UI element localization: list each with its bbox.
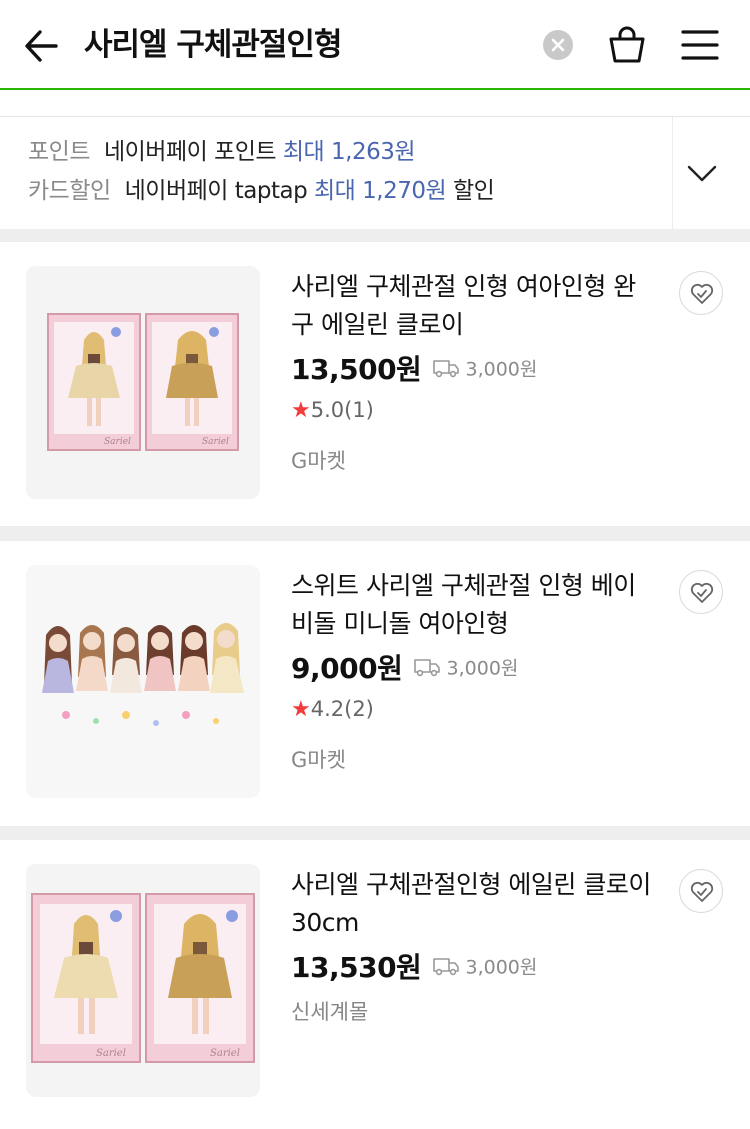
shopping-bag-button[interactable] bbox=[606, 24, 648, 66]
price-row: 9,000원 3,000원 bbox=[291, 647, 518, 687]
arrow-left-icon bbox=[25, 30, 58, 62]
menu-button[interactable] bbox=[681, 27, 719, 63]
search-query[interactable]: 사리엘 구체관절인형 bbox=[84, 22, 342, 68]
box-brand-left: Sariel bbox=[104, 437, 131, 447]
rating-value: 5.0(1) bbox=[310, 398, 374, 422]
box-brand-left: Sariel bbox=[96, 1048, 126, 1059]
product-title[interactable]: 스위트 사리엘 구체관절 인형 베이비돌 미니돌 여아인형 bbox=[291, 567, 651, 643]
point-benefit-row: 포인트 네이버페이 포인트 최대 1,263원 bbox=[28, 136, 416, 168]
point-max: 최대 1,263원 bbox=[282, 139, 416, 165]
product-thumbnail[interactable] bbox=[26, 565, 260, 798]
product-price: 13,530원 bbox=[291, 951, 422, 984]
wishlist-button[interactable] bbox=[679, 869, 723, 913]
product-thumbnail[interactable]: Sariel Sariel bbox=[26, 266, 260, 499]
point-text: 네이버페이 포인트 bbox=[103, 139, 277, 165]
hamburger-menu-icon bbox=[681, 30, 719, 60]
star-icon: ★ bbox=[291, 398, 311, 423]
chevron-down-icon bbox=[687, 165, 717, 182]
heart-check-icon bbox=[690, 582, 714, 603]
rating-row: ★5.0(1) bbox=[291, 398, 374, 423]
product-title[interactable]: 사리엘 구체관절 인형 여아인형 완구 에일린 클로이 bbox=[291, 268, 651, 344]
product-card[interactable]: 스위트 사리엘 구체관절 인형 베이비돌 미니돌 여아인형 9,000원 3,0… bbox=[0, 541, 750, 826]
box-brand-right: Sariel bbox=[202, 437, 229, 447]
doll-box-image: Sariel Sariel bbox=[26, 864, 260, 1097]
box-brand-right: Sariel bbox=[210, 1048, 240, 1059]
price-row: 13,530원 3,000원 bbox=[291, 946, 537, 986]
card-suffix: 할인 bbox=[452, 178, 495, 204]
card-benefit-row: 카드할인 네이버페이 taptap 최대 1,270원 할인 bbox=[28, 175, 495, 207]
point-label: 포인트 bbox=[28, 139, 90, 165]
card-label: 카드할인 bbox=[28, 178, 111, 204]
section-divider bbox=[0, 229, 750, 242]
back-button[interactable] bbox=[22, 26, 62, 66]
product-card[interactable]: Sariel Sariel 사리엘 구체관절인형 에일린 클로이 30cm 13… bbox=[0, 840, 750, 1129]
header-spacer bbox=[0, 90, 750, 117]
heart-check-icon bbox=[690, 283, 714, 304]
product-card[interactable]: Sariel Sariel 사리엘 구체관절 인형 여아인형 완구 에일린 클로… bbox=[0, 242, 750, 526]
shipping-fee: 3,000원 bbox=[465, 956, 538, 979]
star-icon: ★ bbox=[291, 697, 311, 722]
clear-x-icon bbox=[551, 38, 565, 52]
shipping-fee: 3,000원 bbox=[446, 657, 519, 680]
product-price: 13,500원 bbox=[291, 353, 422, 386]
shipping-fee: 3,000원 bbox=[465, 358, 538, 381]
clear-search-button[interactable] bbox=[543, 30, 573, 60]
mall-name[interactable]: 신세계몰 bbox=[291, 996, 368, 1026]
payment-benefit-banner[interactable]: 포인트 네이버페이 포인트 최대 1,263원 카드할인 네이버페이 taptap … bbox=[0, 117, 750, 229]
section-divider bbox=[0, 526, 750, 541]
search-header: 사리엘 구체관절인형 bbox=[0, 0, 750, 90]
doll-box-image: Sariel Sariel bbox=[26, 266, 260, 499]
delivery-truck-icon bbox=[433, 360, 460, 378]
mall-name[interactable]: G마켓 bbox=[291, 744, 346, 774]
price-row: 13,500원 3,000원 bbox=[291, 348, 537, 388]
doll-group-image bbox=[26, 565, 260, 798]
product-price: 9,000원 bbox=[291, 652, 403, 685]
heart-check-icon bbox=[690, 881, 714, 902]
wishlist-button[interactable] bbox=[679, 271, 723, 315]
delivery-truck-icon bbox=[433, 958, 460, 976]
shopping-bag-icon bbox=[609, 26, 645, 63]
rating-row: ★4.2(2) bbox=[291, 697, 374, 722]
wishlist-button[interactable] bbox=[679, 570, 723, 614]
product-thumbnail[interactable]: Sariel Sariel bbox=[26, 864, 260, 1097]
rating-value: 4.2(2) bbox=[310, 697, 374, 721]
product-title[interactable]: 사리엘 구체관절인형 에일린 클로이 30cm bbox=[291, 866, 651, 942]
expand-benefits-button[interactable] bbox=[686, 157, 718, 189]
card-text: 네이버페이 taptap bbox=[124, 178, 308, 204]
section-divider bbox=[0, 826, 750, 840]
card-max: 최대 1,270원 bbox=[314, 178, 447, 204]
delivery-truck-icon bbox=[414, 659, 441, 677]
mall-name[interactable]: G마켓 bbox=[291, 445, 346, 475]
benefit-divider bbox=[672, 117, 673, 229]
